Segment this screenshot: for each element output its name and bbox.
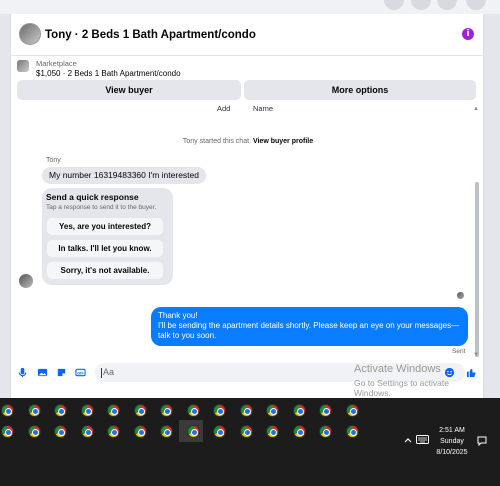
view-buyer-profile-link[interactable]: View buyer profile <box>253 138 313 145</box>
account-avatar[interactable] <box>466 0 486 10</box>
chrome-icon[interactable] <box>266 404 279 417</box>
chrome-icon[interactable] <box>133 404 147 417</box>
chrome-icon[interactable] <box>213 425 226 438</box>
chat-window: Tony · 2 Beds 1 Bath Apartment/condo i M… <box>10 14 485 398</box>
view-buyer-button[interactable]: View buyer <box>17 80 241 100</box>
svg-text:GIF: GIF <box>77 371 84 375</box>
seen-avatar <box>457 292 464 299</box>
chrome-icon[interactable] <box>186 425 200 438</box>
scroll-up-arrow-icon[interactable]: ▲ <box>473 106 479 112</box>
message-composer: GIF Aa <box>11 363 485 387</box>
chrome-icon[interactable] <box>239 425 253 438</box>
chrome-icon[interactable] <box>1 425 14 438</box>
chat-title[interactable]: Tony · 2 Beds 1 Bath Apartment/condo <box>45 29 256 41</box>
chevron-up-icon[interactable] <box>404 436 412 444</box>
chrome-icon[interactable] <box>160 404 173 417</box>
text-caret <box>101 367 102 378</box>
profile-photo-icon[interactable] <box>19 23 41 45</box>
info-icon[interactable]: i <box>462 28 474 40</box>
outgoing-line: Thank you! <box>158 311 198 320</box>
chrome-icon[interactable] <box>54 404 67 417</box>
emoji-icon[interactable] <box>444 367 455 378</box>
clock-time: 2:51 AM <box>439 427 465 434</box>
chrome-icon[interactable] <box>345 425 359 438</box>
incoming-message[interactable]: My number 16319483360 I'm interested <box>42 167 206 184</box>
photo-icon[interactable] <box>37 367 48 378</box>
quick-response-subtitle: Tap a response to send it to the buyer. <box>46 204 157 211</box>
chrome-icon[interactable] <box>213 404 226 417</box>
outgoing-line: talk to you soon. <box>158 331 217 340</box>
quick-reply-in-talks-button[interactable]: In talks. I'll let you know. <box>47 240 163 257</box>
chrome-icon[interactable] <box>80 404 94 417</box>
listing-thumbnail[interactable] <box>17 60 29 72</box>
outgoing-line: I'll be sending the apartment details sh… <box>158 321 460 330</box>
outgoing-message[interactable]: Thank you! I'll be sending the apartment… <box>151 307 468 346</box>
quick-reply-yes-button[interactable]: Yes, are you interested? <box>47 218 163 235</box>
taskbar-clock[interactable]: 2:51 AM Sunday 8/10/2025 <box>430 425 474 458</box>
message-status: Sent <box>452 348 466 355</box>
chrome-icon[interactable] <box>54 425 67 438</box>
round-icon-button[interactable] <box>411 0 431 10</box>
keyboard-icon[interactable] <box>416 435 429 444</box>
quick-response-title: Send a quick response <box>46 192 139 202</box>
microphone-icon[interactable] <box>17 367 28 378</box>
cut-off-label: Name <box>253 104 274 113</box>
sender-name: Tony <box>46 157 61 164</box>
chrome-icon[interactable] <box>107 425 120 438</box>
gif-icon[interactable]: GIF <box>75 367 86 378</box>
notifications-icon[interactable] <box>477 436 487 446</box>
chrome-icon[interactable] <box>319 404 332 417</box>
quick-reply-not-available-button[interactable]: Sorry, it's not available. <box>47 262 163 279</box>
chrome-icon[interactable] <box>266 425 279 438</box>
clock-date: 8/10/2025 <box>436 449 468 456</box>
clock-day: Sunday <box>440 438 464 445</box>
windows-taskbar <box>0 398 500 486</box>
chrome-icon[interactable] <box>319 425 332 438</box>
chrome-icon[interactable] <box>27 404 41 417</box>
scrollbar-thumb[interactable] <box>475 182 479 357</box>
marketplace-label: Marketplace <box>36 59 77 68</box>
message-list[interactable]: Add Name Tony started this chat. View bu… <box>11 102 485 364</box>
chrome-icon[interactable] <box>27 425 41 438</box>
chrome-icon[interactable] <box>292 425 306 438</box>
chrome-icon[interactable] <box>160 425 173 438</box>
sender-avatar[interactable] <box>19 274 33 288</box>
system-text: Tony started this chat. <box>182 138 251 145</box>
chrome-icon[interactable] <box>345 404 359 417</box>
chat-started-notice: Tony started this chat. View buyer profi… <box>11 138 485 145</box>
browser-top-strip <box>0 0 500 14</box>
thumbs-up-icon[interactable] <box>466 367 477 378</box>
scroll-down-arrow-icon[interactable]: ▼ <box>473 352 479 358</box>
message-input[interactable]: Aa <box>95 363 465 382</box>
chrome-icon[interactable] <box>292 404 306 417</box>
marketplace-listing-bar: Marketplace $1,050 · 2 Beds 1 Bath Apart… <box>11 56 485 105</box>
chrome-icon[interactable] <box>133 425 147 438</box>
chat-header: Tony · 2 Beds 1 Bath Apartment/condo i <box>11 14 485 56</box>
sticker-icon[interactable] <box>56 367 67 378</box>
cut-off-label: Add <box>217 104 231 113</box>
chrome-icon[interactable] <box>186 404 200 417</box>
chrome-icon[interactable] <box>107 404 120 417</box>
quick-response-card: Send a quick response Tap a response to … <box>42 188 173 285</box>
chrome-icon[interactable] <box>1 404 14 417</box>
chrome-icon[interactable] <box>239 404 253 417</box>
listing-price-title[interactable]: $1,050 · 2 Beds 1 Bath Apartment/condo <box>36 69 181 78</box>
message-placeholder: Aa <box>103 367 115 377</box>
round-icon-button[interactable] <box>437 0 457 10</box>
round-icon-button[interactable] <box>384 0 404 10</box>
more-options-button[interactable]: More options <box>244 80 476 100</box>
chrome-icon[interactable] <box>80 425 94 438</box>
